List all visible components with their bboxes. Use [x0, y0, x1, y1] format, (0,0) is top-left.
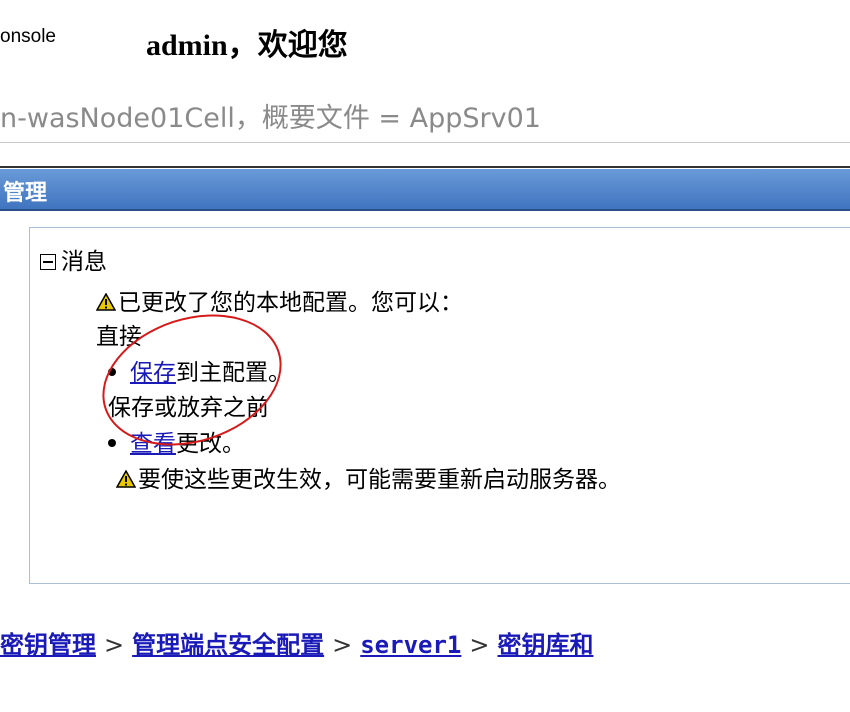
messages-header[interactable]: 消息 — [40, 242, 107, 276]
warning-text-1: 已更改了您的本地配置。您可以： — [118, 290, 463, 316]
section-title-bar: 管理 — [0, 169, 850, 211]
breadcrumb-keystores[interactable]: 密钥库和 — [497, 631, 593, 659]
console-title: onsole — [0, 26, 56, 47]
breadcrumb-key-management[interactable]: 密钥管理 — [0, 631, 96, 659]
warning-line-1: 已更改了您的本地配置。您可以： — [96, 283, 463, 317]
cell-profile-info: n-wasNode01Cell，概要文件 = AppSrv01 — [0, 103, 541, 134]
messages-heading: 消息 — [61, 249, 107, 275]
warning-icon — [116, 470, 136, 488]
breadcrumb: 密钥管理 > 管理端点安全配置 > server1 > 密钥库和 — [0, 625, 593, 660]
breadcrumb-separator: > — [332, 631, 353, 659]
divider-dark — [0, 166, 850, 168]
breadcrumb-separator: > — [469, 631, 490, 659]
warning-line-2: 要使这些更改生效，可能需要重新启动服务器。 — [116, 460, 621, 494]
breadcrumb-server1[interactable]: server1 — [360, 631, 461, 659]
breadcrumb-separator: > — [104, 631, 125, 659]
bullet-icon — [108, 439, 116, 447]
section-title: 管理 — [3, 181, 48, 206]
warning-text-2: 要使这些更改生效，可能需要重新启动服务器。 — [138, 467, 621, 493]
top-banner: onsole admin，欢迎您 — [0, 0, 850, 86]
warning-icon — [96, 293, 116, 311]
breadcrumb-endpoint-security[interactable]: 管理端点安全配置 — [132, 631, 324, 659]
collapse-icon[interactable] — [40, 254, 56, 270]
divider — [0, 142, 850, 143]
welcome-message: admin，欢迎您 — [146, 29, 348, 62]
